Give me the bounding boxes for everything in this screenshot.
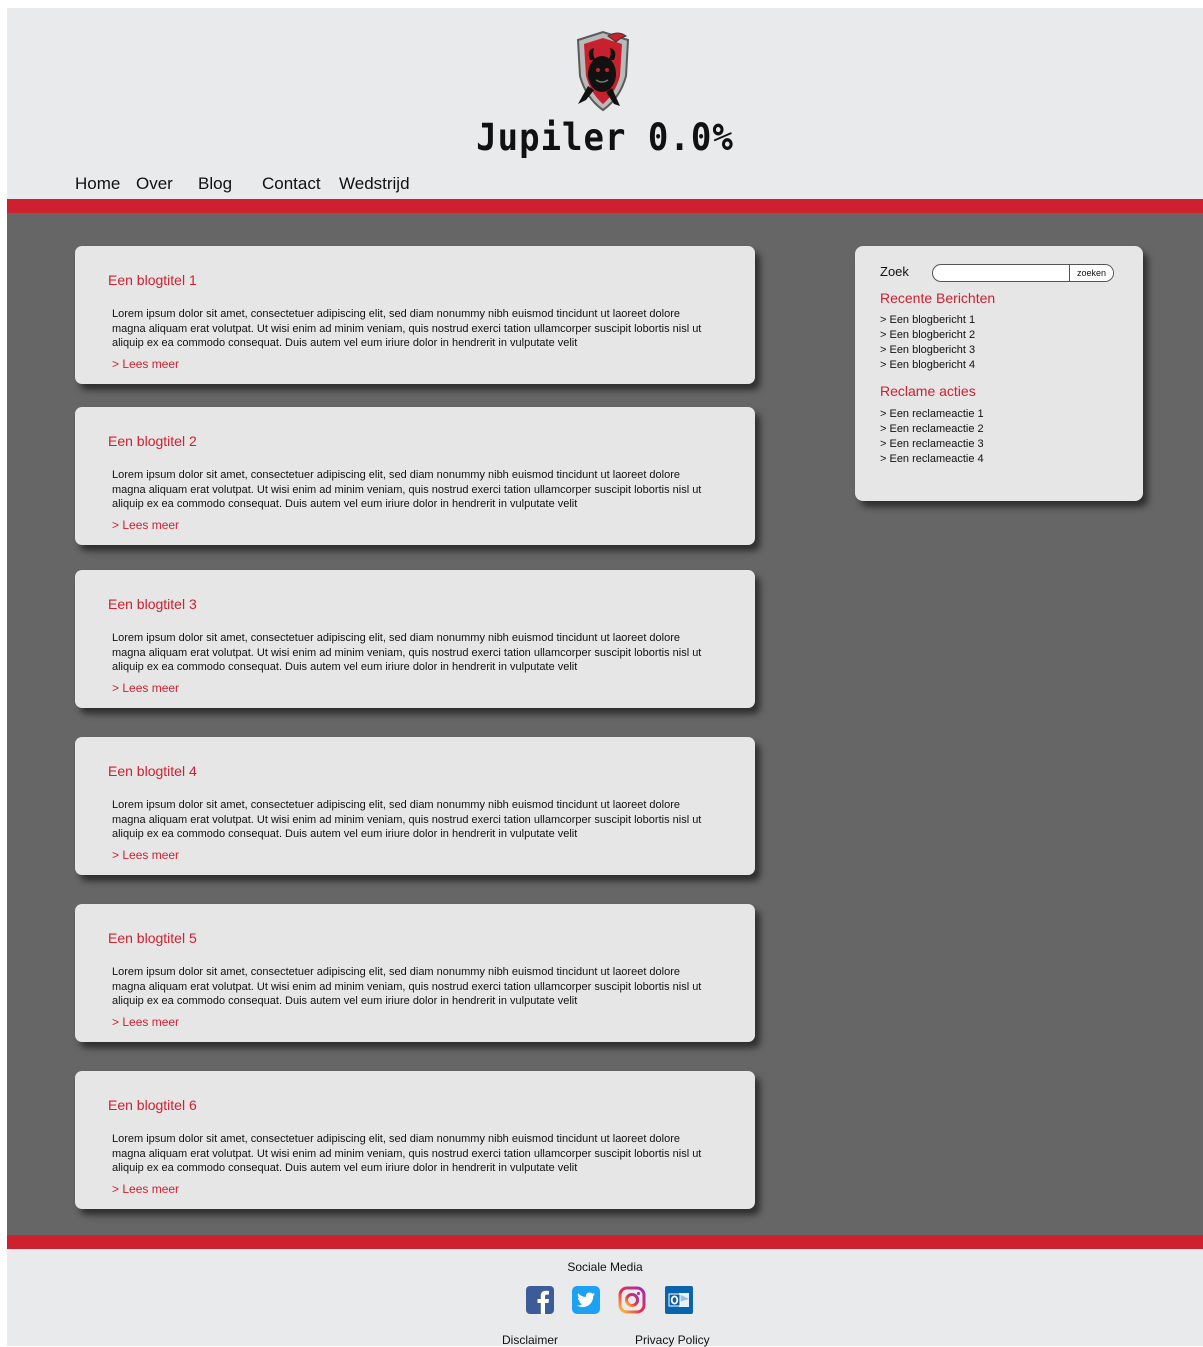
nav-blog[interactable]: Blog bbox=[198, 174, 232, 194]
promo-item[interactable]: > Een reclameactie 2 bbox=[880, 422, 984, 437]
blog-card-2: Een blogtitel 2 Lorem ipsum dolor sit am… bbox=[75, 407, 755, 545]
recent-post-item[interactable]: > Een blogbericht 3 bbox=[880, 343, 975, 358]
blog-card-4: Een blogtitel 4 Lorem ipsum dolor sit am… bbox=[75, 737, 755, 875]
recent-posts-list: > Een blogbericht 1 > Een blogbericht 2 … bbox=[880, 313, 975, 373]
search-input[interactable] bbox=[933, 265, 1067, 281]
jupiler-logo-icon[interactable] bbox=[568, 26, 638, 114]
blog-card-6: Een blogtitel 6 Lorem ipsum dolor sit am… bbox=[75, 1071, 755, 1209]
main-content: Een blogtitel 1 Lorem ipsum dolor sit am… bbox=[7, 213, 1203, 1235]
facebook-icon[interactable] bbox=[526, 1286, 554, 1314]
blog-title[interactable]: Een blogtitel 2 bbox=[108, 433, 197, 449]
search-box: zoeken bbox=[932, 264, 1114, 282]
promo-heading: Reclame acties bbox=[880, 383, 976, 399]
nav-home[interactable]: Home bbox=[75, 174, 120, 194]
sidebar: Zoek zoeken Recente Berichten > Een blog… bbox=[855, 246, 1143, 501]
blog-title[interactable]: Een blogtitel 5 bbox=[108, 930, 197, 946]
promo-item[interactable]: > Een reclameactie 4 bbox=[880, 452, 984, 467]
recent-post-item[interactable]: > Een blogbericht 4 bbox=[880, 358, 975, 373]
blog-excerpt: Lorem ipsum dolor sit amet, consectetuer… bbox=[112, 469, 702, 511]
blog-title[interactable]: Een blogtitel 3 bbox=[108, 596, 197, 612]
twitter-icon[interactable] bbox=[572, 1286, 600, 1314]
nav-over[interactable]: Over bbox=[136, 174, 173, 194]
blog-card-1: Een blogtitel 1 Lorem ipsum dolor sit am… bbox=[75, 246, 755, 384]
blog-title[interactable]: Een blogtitel 4 bbox=[108, 763, 197, 779]
read-more-link[interactable]: > Lees meer bbox=[112, 681, 179, 695]
privacy-policy-link[interactable]: Privacy Policy bbox=[635, 1333, 710, 1347]
footer: Sociale Media Disclaimer Privacy Policy bbox=[7, 1249, 1203, 1347]
recent-post-item[interactable]: > Een blogbericht 1 bbox=[880, 313, 975, 328]
header-divider bbox=[7, 199, 1203, 213]
read-more-link[interactable]: > Lees meer bbox=[112, 518, 179, 532]
nav-wedstrijd[interactable]: Wedstrijd bbox=[339, 174, 410, 194]
brand-name: Jupiler 0.0% bbox=[476, 116, 734, 160]
read-more-link[interactable]: > Lees meer bbox=[112, 357, 179, 371]
promo-item[interactable]: > Een reclameactie 1 bbox=[880, 407, 984, 422]
recent-posts-heading: Recente Berichten bbox=[880, 290, 996, 306]
recent-post-item[interactable]: > Een blogbericht 2 bbox=[880, 328, 975, 343]
promo-item[interactable]: > Een reclameactie 3 bbox=[880, 437, 984, 452]
blog-card-3: Een blogtitel 3 Lorem ipsum dolor sit am… bbox=[75, 570, 755, 708]
nav-contact[interactable]: Contact bbox=[262, 174, 321, 194]
blog-excerpt: Lorem ipsum dolor sit amet, consectetuer… bbox=[112, 966, 702, 1008]
blog-card-5: Een blogtitel 5 Lorem ipsum dolor sit am… bbox=[75, 904, 755, 1042]
disclaimer-link[interactable]: Disclaimer bbox=[502, 1333, 558, 1347]
blog-excerpt: Lorem ipsum dolor sit amet, consectetuer… bbox=[112, 632, 702, 674]
social-media-heading: Sociale Media bbox=[567, 1260, 643, 1274]
page: Jupiler 0.0% Home Over Blog Contact Weds… bbox=[7, 8, 1203, 1347]
blog-excerpt: Lorem ipsum dolor sit amet, consectetuer… bbox=[112, 308, 702, 350]
blog-excerpt: Lorem ipsum dolor sit amet, consectetuer… bbox=[112, 1133, 702, 1175]
blog-excerpt: Lorem ipsum dolor sit amet, consectetuer… bbox=[112, 799, 702, 841]
read-more-link[interactable]: > Lees meer bbox=[112, 1015, 179, 1029]
read-more-link[interactable]: > Lees meer bbox=[112, 1182, 179, 1196]
header: Jupiler 0.0% Home Over Blog Contact Weds… bbox=[7, 8, 1203, 199]
promo-list: > Een reclameactie 1 > Een reclameactie … bbox=[880, 407, 984, 467]
blog-title[interactable]: Een blogtitel 1 bbox=[108, 272, 197, 288]
search-button[interactable]: zoeken bbox=[1069, 265, 1113, 281]
search-label: Zoek bbox=[880, 264, 909, 279]
read-more-link[interactable]: > Lees meer bbox=[112, 848, 179, 862]
outlook-icon[interactable] bbox=[665, 1286, 693, 1314]
instagram-icon[interactable] bbox=[618, 1286, 646, 1314]
blog-title[interactable]: Een blogtitel 6 bbox=[108, 1097, 197, 1113]
footer-divider bbox=[7, 1235, 1203, 1249]
